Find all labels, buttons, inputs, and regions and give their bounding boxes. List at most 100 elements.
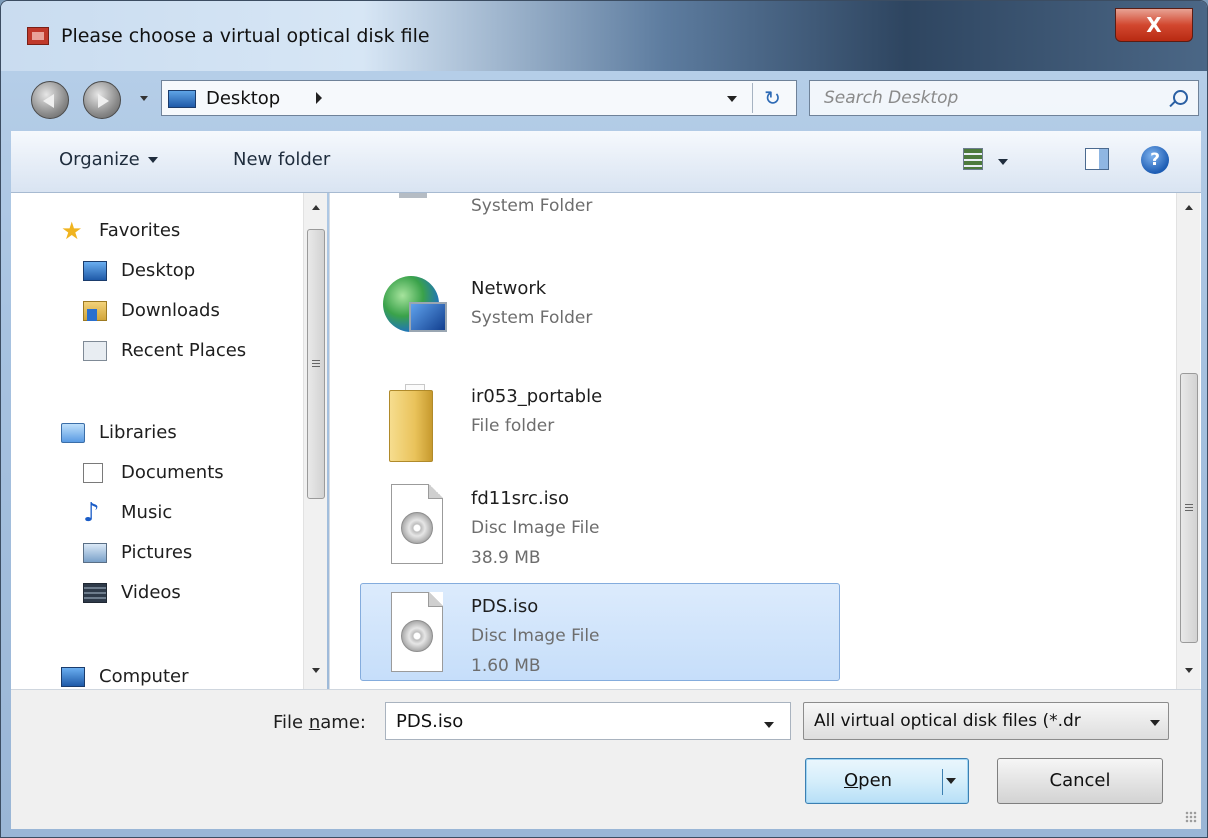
search-input[interactable]: Search Desktop [809, 80, 1199, 116]
file-name-label: File name: [273, 712, 366, 733]
sidebar-item-label: Libraries [99, 422, 177, 443]
back-button[interactable] [31, 81, 69, 119]
forward-button[interactable] [83, 81, 121, 119]
access-key: O [844, 770, 859, 791]
navigation-pane-scrollbar[interactable] [303, 193, 327, 689]
view-options-dropdown-icon[interactable] [998, 159, 1008, 165]
sidebar-item-label: Music [121, 502, 173, 523]
file-size: 1.60 MB [471, 656, 541, 676]
file-type-filter-select[interactable]: All virtual optical disk files (*.dr [803, 702, 1169, 740]
search-icon[interactable] [1173, 90, 1188, 105]
sidebar-item-label: Videos [121, 582, 181, 603]
new-folder-button[interactable]: New folder [233, 149, 330, 170]
file-name: fd11src.iso [471, 488, 570, 509]
scroll-up-icon[interactable] [312, 205, 320, 210]
scrollbar-thumb[interactable] [1180, 373, 1198, 643]
music-note-icon: ♪ [83, 498, 100, 528]
sidebar-item-label: Downloads [121, 300, 220, 321]
file-dialog-window: Please choose a virtual optical disk fil… [0, 0, 1208, 838]
desktop-icon [168, 90, 196, 108]
desktop-icon [83, 261, 107, 281]
change-view-icon[interactable] [963, 148, 983, 170]
file-list: System Folder Network System Folder ir05… [329, 193, 1201, 689]
navigation-pane: ★ Favorites Desktop Downloads Recent Pla… [11, 193, 327, 689]
file-name: Network [471, 278, 547, 299]
help-icon[interactable]: ? [1141, 146, 1169, 174]
scroll-down-icon[interactable] [312, 668, 320, 673]
file-type: File folder [471, 416, 555, 436]
chevron-down-icon[interactable] [1150, 720, 1160, 726]
scroll-up-icon[interactable] [1185, 205, 1193, 210]
command-toolbar: Organize New folder ? [11, 131, 1201, 193]
grip-line [1185, 507, 1193, 508]
monitor-shape [409, 302, 447, 332]
file-item-ir053-portable[interactable]: ir053_portable File folder [360, 373, 840, 471]
address-bar[interactable]: Desktop ↻ [161, 80, 797, 116]
disc-icon [401, 512, 433, 544]
scrollbar-thumb[interactable] [307, 229, 325, 499]
open-options-dropdown-icon[interactable] [946, 778, 956, 784]
document-icon [83, 463, 103, 483]
recent-places-icon [83, 341, 107, 361]
access-key: n [308, 712, 321, 733]
file-size: 38.9 MB [471, 548, 541, 568]
disc-icon [401, 620, 433, 652]
folder-icon [375, 380, 447, 462]
organize-button[interactable]: Organize [59, 149, 158, 170]
file-item-network[interactable]: Network System Folder [360, 265, 840, 363]
dialog-title: Please choose a virtual optical disk fil… [61, 25, 430, 47]
computer-icon [375, 193, 447, 238]
open-button[interactable]: Open [805, 758, 969, 804]
star-icon: ★ [61, 217, 83, 245]
network-icon [375, 272, 447, 350]
file-name: ir053_portable [471, 386, 603, 407]
sidebar-item-label: Computer [99, 666, 189, 687]
file-type: Disc Image File [471, 518, 600, 538]
sidebar-item-label: Pictures [121, 542, 193, 563]
grip-line [1185, 504, 1193, 505]
label-part: File [273, 712, 309, 733]
downloads-folder-icon [83, 301, 107, 321]
folder-body [389, 390, 433, 462]
search-placeholder: Search Desktop [824, 88, 959, 108]
disc-image-icon [375, 590, 447, 672]
sidebar-item-label: Recent Places [121, 340, 247, 361]
refresh-icon[interactable]: ↻ [752, 83, 792, 113]
close-button[interactable]: X [1115, 8, 1193, 42]
file-type: System Folder [471, 308, 593, 328]
file-name-dropdown-icon[interactable] [764, 722, 774, 728]
cancel-button[interactable]: Cancel [997, 758, 1163, 804]
label-part: pen [858, 770, 893, 791]
address-dropdown-icon[interactable] [727, 96, 737, 102]
sidebar-item-label: Desktop [121, 260, 196, 281]
app-icon [27, 27, 49, 45]
preview-pane-icon[interactable] [1085, 148, 1109, 170]
disc-image-icon [375, 482, 447, 564]
sidebar-item-label: Documents [121, 462, 224, 483]
file-name-field[interactable]: PDS.iso [385, 702, 791, 740]
file-type: Disc Image File [471, 626, 600, 646]
file-item-computer[interactable]: System Folder [360, 193, 840, 251]
organize-label: Organize [59, 149, 140, 170]
grip-line [1185, 510, 1193, 511]
recent-pages-dropdown-icon[interactable] [140, 96, 148, 101]
libraries-icon [61, 423, 85, 443]
title-bar[interactable]: Please choose a virtual optical disk fil… [1, 1, 1207, 71]
breadcrumb-chevron-icon[interactable] [316, 92, 322, 104]
scroll-down-icon[interactable] [1185, 668, 1193, 673]
file-list-scrollbar[interactable] [1176, 193, 1200, 689]
resize-grip-icon[interactable] [1185, 811, 1197, 823]
file-item-fd11src-iso[interactable]: fd11src.iso Disc Image File 38.9 MB [360, 475, 840, 573]
computer-icon [61, 667, 85, 687]
label-part: ame: [320, 712, 366, 733]
dialog-footer: File name: PDS.iso All virtual optical d… [11, 689, 1201, 829]
grip-line [312, 360, 320, 361]
sidebar-item-label: Favorites [99, 220, 181, 241]
film-strip-icon [83, 583, 107, 603]
monitor-stand [399, 193, 427, 198]
breadcrumb-desktop[interactable]: Desktop [206, 88, 280, 109]
file-item-pds-iso[interactable]: PDS.iso Disc Image File 1.60 MB [360, 583, 840, 681]
file-name: PDS.iso [471, 596, 539, 617]
grip-line [312, 366, 320, 367]
split-divider [942, 769, 943, 795]
